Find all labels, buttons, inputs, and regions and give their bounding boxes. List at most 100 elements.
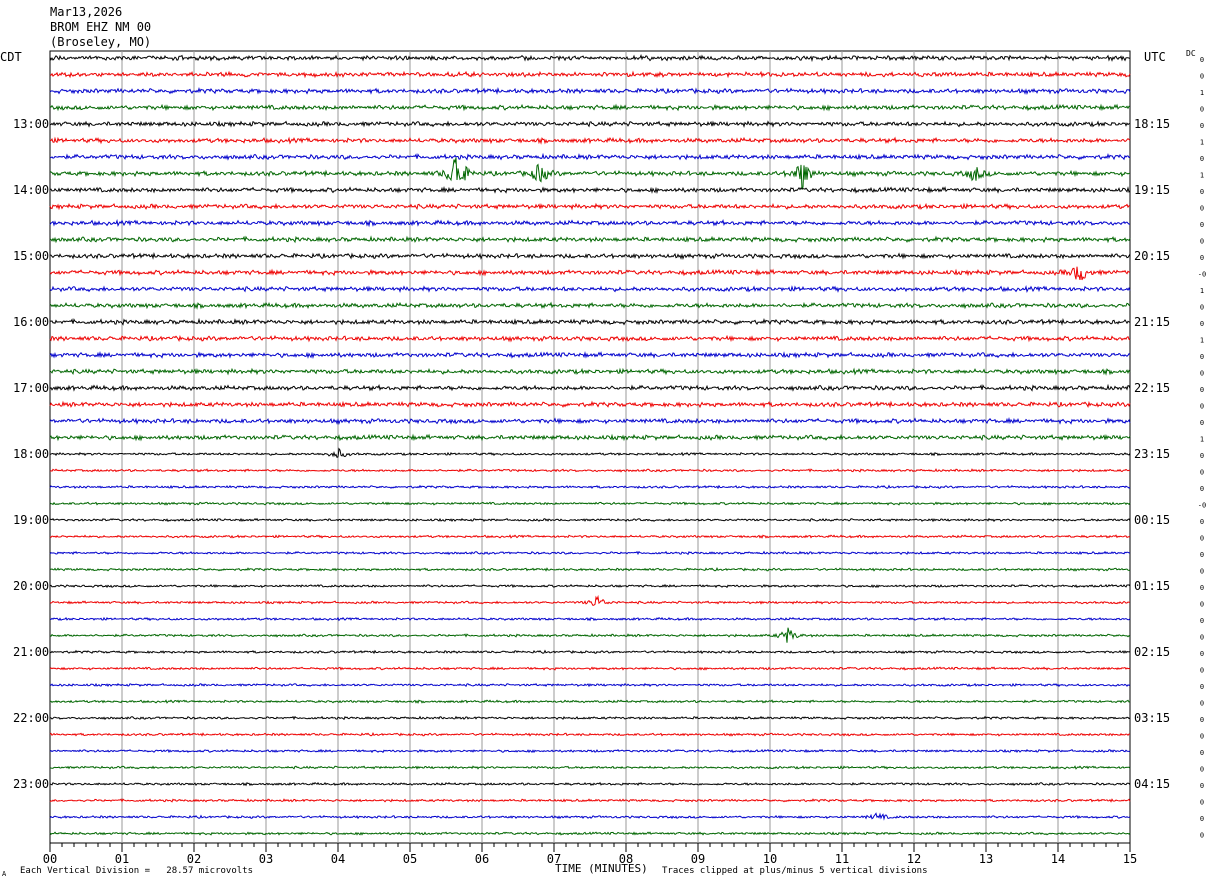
clip-note: Traces clipped at plus/minus 5 vertical … xyxy=(662,866,928,876)
right-hour-label: 04:15 xyxy=(1134,777,1170,791)
x-tick-label: 11 xyxy=(835,852,849,866)
seismic-trace xyxy=(49,534,1131,539)
left-hour-label: 22:00 xyxy=(13,711,49,725)
x-tick-label: 05 xyxy=(403,852,417,866)
seismic-trace xyxy=(50,616,1131,622)
right-hour-label: 03:15 xyxy=(1134,711,1170,725)
right-hour-label: 19:15 xyxy=(1134,183,1170,197)
dc-offset-value: 0 xyxy=(1200,782,1204,790)
dc-offset-value: 0 xyxy=(1200,254,1204,262)
seismic-trace xyxy=(49,350,1131,359)
dc-offset-value: 0 xyxy=(1200,403,1204,411)
dc-offset-value: 0 xyxy=(1200,452,1204,460)
dc-offset-value: 0 xyxy=(1200,601,1204,609)
right-hour-label: 20:15 xyxy=(1134,249,1170,263)
right-hour-label: 02:15 xyxy=(1134,645,1170,659)
seismic-trace xyxy=(49,157,1131,190)
seismic-trace xyxy=(49,86,1131,95)
dc-offset-value: 0 xyxy=(1200,353,1204,361)
seismic-trace xyxy=(49,748,1131,754)
right-hour-label: 22:15 xyxy=(1134,381,1170,395)
dc-offset-value: 0 xyxy=(1200,205,1204,213)
dc-offset-value: 1 xyxy=(1200,337,1204,345)
dc-offset-value: 0 xyxy=(1200,733,1204,741)
x-tick-label: 14 xyxy=(1051,852,1065,866)
seismic-trace xyxy=(49,550,1131,556)
dc-offset-value: 1 xyxy=(1200,436,1204,444)
dc-offset-value: 1 xyxy=(1200,172,1204,180)
x-tick-label: 13 xyxy=(979,852,993,866)
x-tick-label: 00 xyxy=(43,852,57,866)
seismic-trace xyxy=(49,594,1131,606)
footer-mark: A xyxy=(2,870,7,878)
right-hour-label: 21:15 xyxy=(1134,315,1170,329)
left-hour-label: 21:00 xyxy=(13,645,49,659)
seismic-trace xyxy=(49,715,1131,721)
dc-offset-value: 1 xyxy=(1200,139,1204,147)
x-tick-label: 06 xyxy=(475,852,489,866)
seismic-trace xyxy=(49,400,1131,409)
dc-offset-value: 0 xyxy=(1200,667,1204,675)
x-tick-label: 15 xyxy=(1123,852,1137,866)
x-tick-label: 04 xyxy=(331,852,345,866)
dc-offset-value: 0 xyxy=(1200,56,1204,64)
seismic-trace xyxy=(49,185,1131,194)
dc-offset-value: 0 xyxy=(1200,716,1204,724)
seismic-trace xyxy=(49,383,1131,392)
seismic-trace xyxy=(49,136,1131,145)
dc-offset-value: -0 xyxy=(1198,271,1206,279)
dc-offset-value: 0 xyxy=(1200,634,1204,642)
seismic-trace xyxy=(49,103,1131,112)
dc-offset-value: 0 xyxy=(1200,799,1204,807)
left-hour-label: 23:00 xyxy=(13,777,49,791)
seismic-trace xyxy=(49,266,1131,281)
dc-offset-value: 0 xyxy=(1200,221,1204,229)
seismic-trace xyxy=(49,567,1131,572)
seismic-trace xyxy=(49,120,1130,128)
seismic-trace xyxy=(49,367,1131,376)
seismic-trace xyxy=(50,765,1131,770)
x-tick-label: 10 xyxy=(763,852,777,866)
left-hour-label: 13:00 xyxy=(13,117,49,131)
seismic-trace xyxy=(49,301,1131,310)
dc-offset-value: -0 xyxy=(1198,502,1206,510)
x-tick-label: 03 xyxy=(259,852,273,866)
dc-offset-value: 0 xyxy=(1200,304,1204,312)
dc-offset-value: 0 xyxy=(1200,386,1204,394)
seismic-trace xyxy=(49,517,1131,523)
seismic-trace xyxy=(49,798,1131,803)
dc-offset-value: 0 xyxy=(1200,749,1204,757)
seismic-trace xyxy=(49,583,1131,589)
left-hour-label: 18:00 xyxy=(13,447,49,461)
seismic-trace xyxy=(49,699,1131,704)
seismic-trace xyxy=(49,468,1131,473)
dc-offset-value: 1 xyxy=(1200,287,1204,295)
dc-offset-value: 0 xyxy=(1200,419,1204,427)
dc-offset-value: 0 xyxy=(1200,370,1204,378)
dc-offset-value: 0 xyxy=(1200,535,1204,543)
dc-offset-value: 1 xyxy=(1200,89,1204,97)
dc-offset-value: 0 xyxy=(1200,700,1204,708)
seismic-trace xyxy=(49,416,1131,425)
seismic-trace xyxy=(49,484,1131,490)
left-hour-label: 17:00 xyxy=(13,381,49,395)
seismic-trace xyxy=(49,54,1131,63)
seismic-trace xyxy=(49,781,1131,787)
dc-offset-value: 0 xyxy=(1200,518,1204,526)
dc-offset-value: 0 xyxy=(1200,485,1204,493)
left-hour-label: 16:00 xyxy=(13,315,49,329)
right-hour-label: 18:15 xyxy=(1134,117,1170,131)
dc-offset-value: 0 xyxy=(1200,683,1204,691)
right-hour-label: 01:15 xyxy=(1134,579,1170,593)
left-hour-label: 14:00 xyxy=(13,183,49,197)
dc-offset-value: 0 xyxy=(1200,469,1204,477)
x-tick-label: 09 xyxy=(691,852,705,866)
plot-frame xyxy=(49,50,1131,844)
left-hour-label: 15:00 xyxy=(13,249,49,263)
dc-offset-value: 0 xyxy=(1200,766,1204,774)
right-hour-label: 23:15 xyxy=(1134,447,1170,461)
left-hour-label: 20:00 xyxy=(13,579,49,593)
dc-offset-value: 0 xyxy=(1200,106,1204,114)
dc-offset-value: 0 xyxy=(1200,73,1204,81)
seismic-trace xyxy=(49,218,1130,228)
